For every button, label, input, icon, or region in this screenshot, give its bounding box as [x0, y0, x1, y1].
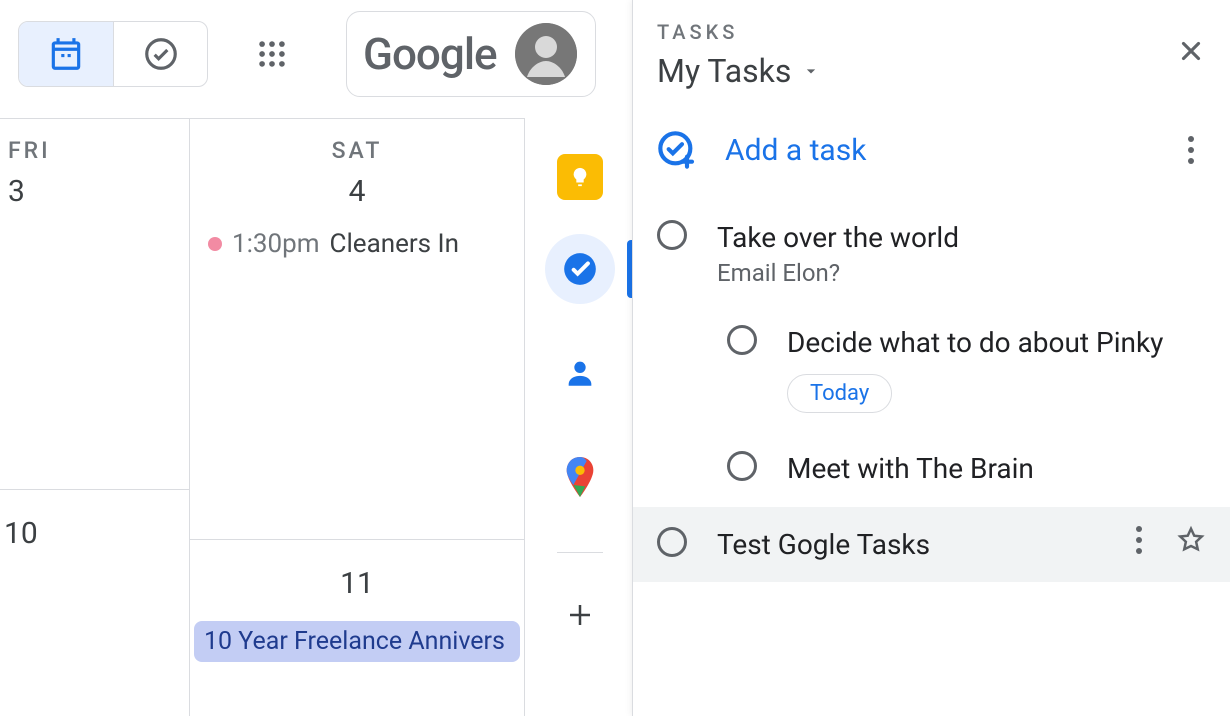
account-box[interactable]: Google: [346, 11, 596, 97]
task-list-selector[interactable]: My Tasks: [657, 52, 821, 90]
calendar-event[interactable]: 1:30pm Cleaners In: [190, 229, 524, 259]
calendar-view-button[interactable]: [19, 22, 113, 86]
rail-divider: [557, 552, 603, 553]
contacts-rail-button[interactable]: [545, 338, 615, 408]
task-complete-toggle[interactable]: [727, 325, 757, 355]
task-title: Test Gogle Tasks: [717, 525, 1094, 564]
task-complete-toggle[interactable]: [657, 527, 687, 557]
task-complete-toggle[interactable]: [727, 451, 757, 481]
avatar[interactable]: [515, 23, 577, 85]
calendar-column-fri[interactable]: FRI 3 10: [0, 118, 190, 716]
chevron-down-icon: [801, 61, 821, 81]
task-complete-toggle[interactable]: [657, 220, 687, 250]
task-item[interactable]: Test Gogle Tasks: [633, 507, 1230, 582]
google-logo: Google: [363, 28, 497, 80]
keep-icon: [569, 166, 591, 188]
task-note: Email Elon?: [717, 259, 1206, 287]
side-rail: [525, 118, 635, 716]
tasks-header-label: TASKS: [657, 20, 821, 44]
task-title: Meet with The Brain: [787, 449, 1206, 488]
task-title: Decide what to do about Pinky: [787, 323, 1206, 362]
star-button[interactable]: [1176, 525, 1206, 555]
list-menu-button[interactable]: [1176, 135, 1206, 165]
task-date-chip[interactable]: Today: [787, 374, 892, 413]
day-number: 3: [0, 174, 189, 209]
add-task-button[interactable]: Add a task: [657, 130, 866, 170]
task-list-name: My Tasks: [657, 52, 791, 90]
event-title: Cleaners In: [330, 229, 459, 259]
person-icon: [563, 356, 597, 390]
calendar-icon: [47, 35, 85, 73]
view-mode-switch: [18, 21, 208, 87]
allday-event[interactable]: 10 Year Freelance Annivers: [194, 621, 520, 662]
tasks-view-button[interactable]: [113, 22, 207, 86]
day-number: 11: [190, 566, 524, 601]
keep-button[interactable]: [557, 154, 603, 200]
task-list: Take over the world Email Elon? Decide w…: [657, 200, 1206, 582]
maps-pin-icon: [564, 457, 596, 497]
tasks-rail-button[interactable]: [545, 234, 615, 304]
task-item[interactable]: Meet with The Brain: [657, 431, 1206, 506]
add-rail-button[interactable]: [565, 593, 595, 640]
plus-icon: [565, 600, 595, 630]
task-menu-button[interactable]: [1124, 525, 1154, 555]
close-panel-button[interactable]: [1176, 20, 1206, 70]
day-number: 4: [190, 174, 524, 209]
day-label: FRI: [0, 119, 189, 164]
tasks-panel: TASKS My Tasks Add a task Take over the …: [632, 0, 1230, 716]
avatar-face-icon: [515, 23, 577, 85]
add-task-label: Add a task: [725, 133, 866, 168]
add-task-icon: [657, 130, 697, 170]
close-icon: [1176, 36, 1206, 66]
check-circle-icon: [142, 35, 180, 73]
event-color-dot: [208, 237, 222, 251]
google-apps-button[interactable]: [248, 30, 296, 78]
day-number: 10: [0, 516, 189, 551]
event-time: 1:30pm: [232, 229, 320, 259]
tasks-icon: [561, 250, 599, 288]
maps-rail-button[interactable]: [545, 442, 615, 512]
calendar-column-sat[interactable]: SAT 4 1:30pm Cleaners In 11 10 Year Free…: [190, 118, 525, 716]
task-item[interactable]: Take over the world Email Elon?: [657, 200, 1206, 305]
apps-grid-icon: [255, 37, 289, 71]
task-title: Take over the world: [717, 218, 1206, 257]
day-label: SAT: [190, 119, 524, 164]
task-item[interactable]: Decide what to do about Pinky Today: [657, 305, 1206, 431]
